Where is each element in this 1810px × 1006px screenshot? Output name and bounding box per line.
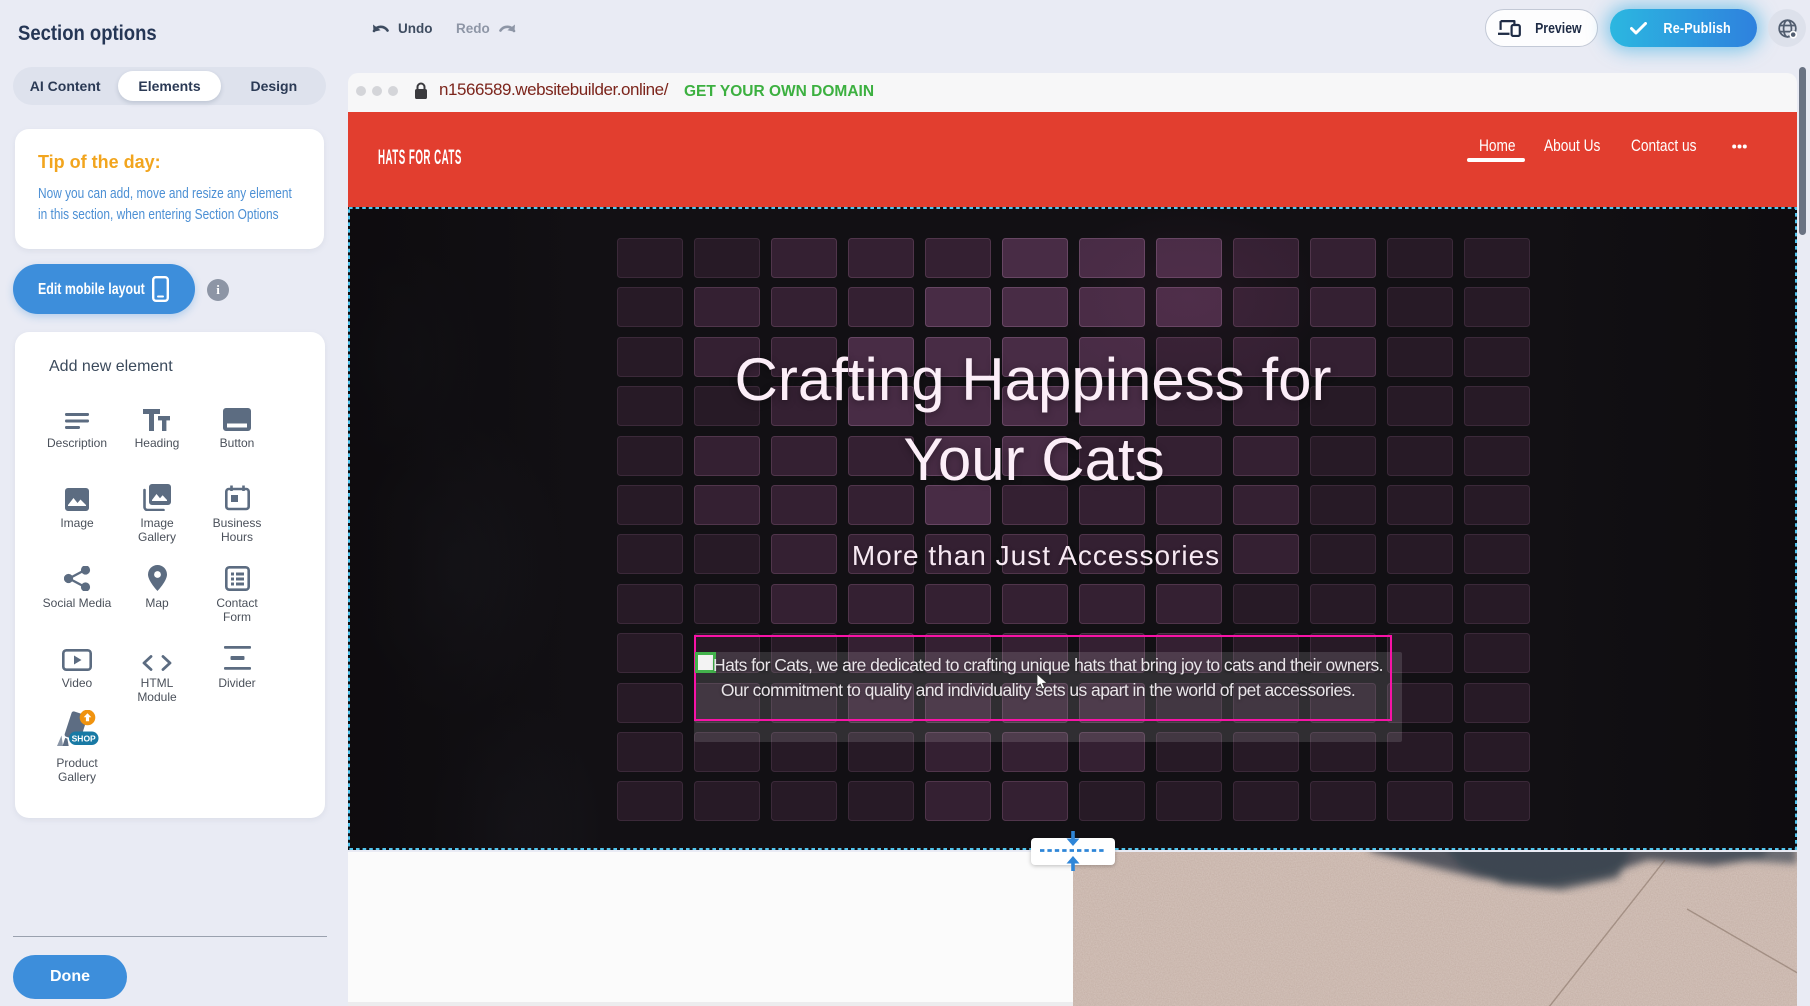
svg-text:SHOP: SHOP xyxy=(72,734,96,744)
